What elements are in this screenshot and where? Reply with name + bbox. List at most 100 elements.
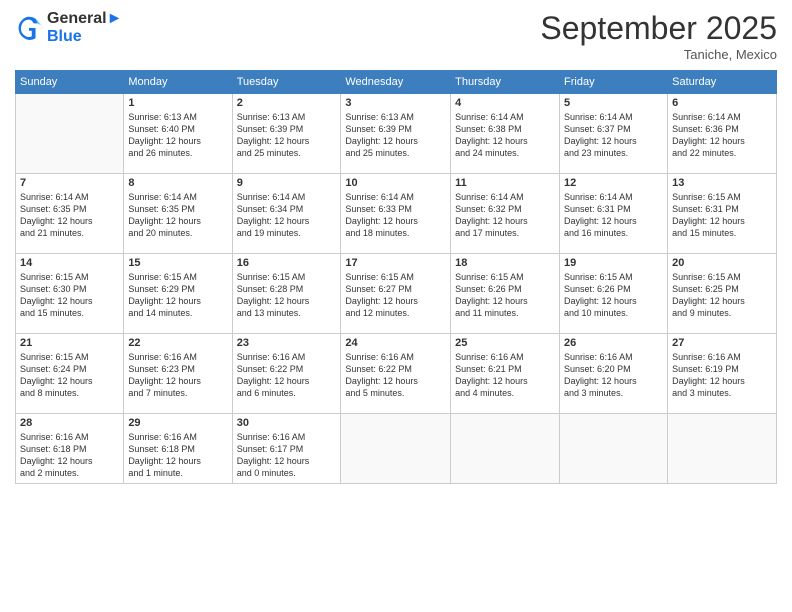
day-info: Sunrise: 6:14 AMSunset: 6:33 PMDaylight:…: [345, 191, 446, 240]
title-block: September 2025 Taniche, Mexico: [540, 10, 777, 62]
day-number: 9: [237, 177, 337, 189]
day-info: Sunrise: 6:14 AMSunset: 6:38 PMDaylight:…: [455, 111, 555, 160]
day-number: 12: [564, 177, 663, 189]
day-info: Sunrise: 6:13 AMSunset: 6:39 PMDaylight:…: [345, 111, 446, 160]
calendar-cell: 3 Sunrise: 6:13 AMSunset: 6:39 PMDaylight…: [341, 94, 451, 174]
day-number: 11: [455, 177, 555, 189]
day-number: 28: [20, 417, 119, 429]
calendar-cell: 23Sunrise: 6:16 AMSunset: 6:22 PMDayligh…: [232, 334, 341, 414]
day-number: 26: [564, 337, 663, 349]
day-number: 29: [128, 417, 227, 429]
day-info: Sunrise: 6:15 AMSunset: 6:25 PMDaylight:…: [672, 271, 772, 320]
calendar-cell: [560, 414, 668, 484]
day-info: Sunrise: 6:16 AMSunset: 6:22 PMDaylight:…: [345, 351, 446, 400]
calendar-cell: 16 Sunrise: 6:15 AMSunset: 6:28 PMDayligh…: [232, 254, 341, 334]
calendar-cell: 1 Sunrise: 6:13 AMSunset: 6:40 PMDaylight…: [124, 94, 232, 174]
day-info: Sunrise: 6:14 AMSunset: 6:35 PMDaylight:…: [128, 191, 227, 240]
calendar-cell: 30 Sunrise: 6:16 AMSunset: 6:17 PMDayligh…: [232, 414, 341, 484]
weekday-header: Tuesday: [232, 71, 341, 94]
day-number: 23: [237, 337, 337, 349]
day-info: Sunrise: 6:16 AMSunset: 6:17 PMDaylight:…: [237, 431, 337, 480]
day-info: Sunrise: 6:14 AMSunset: 6:31 PMDaylight:…: [564, 191, 663, 240]
day-info: Sunrise: 6:15 AMSunset: 6:28 PMDaylight:…: [237, 271, 337, 320]
day-number: 1: [128, 97, 227, 109]
weekday-header: Monday: [124, 71, 232, 94]
day-number: 20: [672, 257, 772, 269]
calendar-cell: 19 Sunrise: 6:15 AMSunset: 6:26 PMDayligh…: [560, 254, 668, 334]
day-info: Sunrise: 6:15 AMSunset: 6:31 PMDaylight:…: [672, 191, 772, 240]
calendar-cell: 27 Sunrise: 6:16 AMSunset: 6:19 PMDayligh…: [668, 334, 777, 414]
day-number: 7: [20, 177, 119, 189]
day-info: Sunrise: 6:15 AMSunset: 6:27 PMDaylight:…: [345, 271, 446, 320]
day-info: Sunrise: 6:13 AMSunset: 6:40 PMDaylight:…: [128, 111, 227, 160]
day-number: 4: [455, 97, 555, 109]
day-number: 27: [672, 337, 772, 349]
calendar-cell: 6Sunrise: 6:14 AMSunset: 6:36 PMDaylight…: [668, 94, 777, 174]
day-info: Sunrise: 6:15 AMSunset: 6:26 PMDaylight:…: [564, 271, 663, 320]
day-info: Sunrise: 6:14 AMSunset: 6:37 PMDaylight:…: [564, 111, 663, 160]
calendar-cell: 26 Sunrise: 6:16 AMSunset: 6:20 PMDayligh…: [560, 334, 668, 414]
weekday-header: Friday: [560, 71, 668, 94]
day-info: Sunrise: 6:14 AMSunset: 6:35 PMDaylight:…: [20, 191, 119, 240]
calendar-cell: 28 Sunrise: 6:16 AMSunset: 6:18 PMDayligh…: [16, 414, 124, 484]
calendar-cell: 20 Sunrise: 6:15 AMSunset: 6:25 PMDayligh…: [668, 254, 777, 334]
day-number: 25: [455, 337, 555, 349]
day-info: Sunrise: 6:16 AMSunset: 6:21 PMDaylight:…: [455, 351, 555, 400]
calendar-cell: 9Sunrise: 6:14 AMSunset: 6:34 PMDaylight…: [232, 174, 341, 254]
day-number: 18: [455, 257, 555, 269]
logo-icon: [15, 14, 43, 42]
month-title: September 2025: [540, 10, 777, 47]
weekday-header: Wednesday: [341, 71, 451, 94]
day-number: 17: [345, 257, 446, 269]
day-info: Sunrise: 6:15 AMSunset: 6:24 PMDaylight:…: [20, 351, 119, 400]
calendar-cell: 15Sunrise: 6:15 AMSunset: 6:29 PMDayligh…: [124, 254, 232, 334]
day-number: 16: [237, 257, 337, 269]
day-number: 22: [128, 337, 227, 349]
calendar-cell: 24 Sunrise: 6:16 AMSunset: 6:22 PMDayligh…: [341, 334, 451, 414]
day-number: 15: [128, 257, 227, 269]
calendar-cell: 17 Sunrise: 6:15 AMSunset: 6:27 PMDayligh…: [341, 254, 451, 334]
calendar-cell: 10 Sunrise: 6:14 AMSunset: 6:33 PMDayligh…: [341, 174, 451, 254]
day-number: 30: [237, 417, 337, 429]
day-info: Sunrise: 6:16 AMSunset: 6:23 PMDaylight:…: [128, 351, 227, 400]
day-number: 13: [672, 177, 772, 189]
header: General► Blue September 2025 Taniche, Me…: [15, 10, 777, 62]
day-info: Sunrise: 6:15 AMSunset: 6:30 PMDaylight:…: [20, 271, 119, 320]
calendar-cell: 13 Sunrise: 6:15 AMSunset: 6:31 PMDayligh…: [668, 174, 777, 254]
day-number: 24: [345, 337, 446, 349]
day-number: 10: [345, 177, 446, 189]
logo: General► Blue: [15, 10, 122, 46]
calendar-cell: 7 Sunrise: 6:14 AMSunset: 6:35 PMDaylight…: [16, 174, 124, 254]
page: General► Blue September 2025 Taniche, Me…: [0, 0, 792, 612]
day-info: Sunrise: 6:16 AMSunset: 6:18 PMDaylight:…: [20, 431, 119, 480]
calendar-cell: 29Sunrise: 6:16 AMSunset: 6:18 PMDayligh…: [124, 414, 232, 484]
day-info: Sunrise: 6:16 AMSunset: 6:19 PMDaylight:…: [672, 351, 772, 400]
calendar-cell: 22 Sunrise: 6:16 AMSunset: 6:23 PMDayligh…: [124, 334, 232, 414]
day-info: Sunrise: 6:15 AMSunset: 6:26 PMDaylight:…: [455, 271, 555, 320]
day-number: 14: [20, 257, 119, 269]
calendar-cell: 18 Sunrise: 6:15 AMSunset: 6:26 PMDayligh…: [451, 254, 560, 334]
day-info: Sunrise: 6:13 AMSunset: 6:39 PMDaylight:…: [237, 111, 337, 160]
calendar-cell: 21 Sunrise: 6:15 AMSunset: 6:24 PMDayligh…: [16, 334, 124, 414]
calendar-table: SundayMondayTuesdayWednesdayThursdayFrid…: [15, 70, 777, 484]
location: Taniche, Mexico: [540, 47, 777, 62]
weekday-header: Thursday: [451, 71, 560, 94]
calendar-cell: 2 Sunrise: 6:13 AMSunset: 6:39 PMDaylight…: [232, 94, 341, 174]
logo-text: General► Blue: [47, 10, 122, 46]
day-number: 19: [564, 257, 663, 269]
day-number: 21: [20, 337, 119, 349]
calendar-cell: 11 Sunrise: 6:14 AMSunset: 6:32 PMDayligh…: [451, 174, 560, 254]
day-number: 8: [128, 177, 227, 189]
day-number: 3: [345, 97, 446, 109]
calendar-cell: 5Sunrise: 6:14 AMSunset: 6:37 PMDaylight…: [560, 94, 668, 174]
calendar-cell: 4 Sunrise: 6:14 AMSunset: 6:38 PMDaylight…: [451, 94, 560, 174]
day-info: Sunrise: 6:16 AMSunset: 6:20 PMDaylight:…: [564, 351, 663, 400]
day-number: 6: [672, 97, 772, 109]
calendar-cell: 25 Sunrise: 6:16 AMSunset: 6:21 PMDayligh…: [451, 334, 560, 414]
calendar-cell: [451, 414, 560, 484]
weekday-header: Sunday: [16, 71, 124, 94]
weekday-header: Saturday: [668, 71, 777, 94]
day-number: 2: [237, 97, 337, 109]
day-info: Sunrise: 6:14 AMSunset: 6:32 PMDaylight:…: [455, 191, 555, 240]
calendar-cell: [16, 94, 124, 174]
